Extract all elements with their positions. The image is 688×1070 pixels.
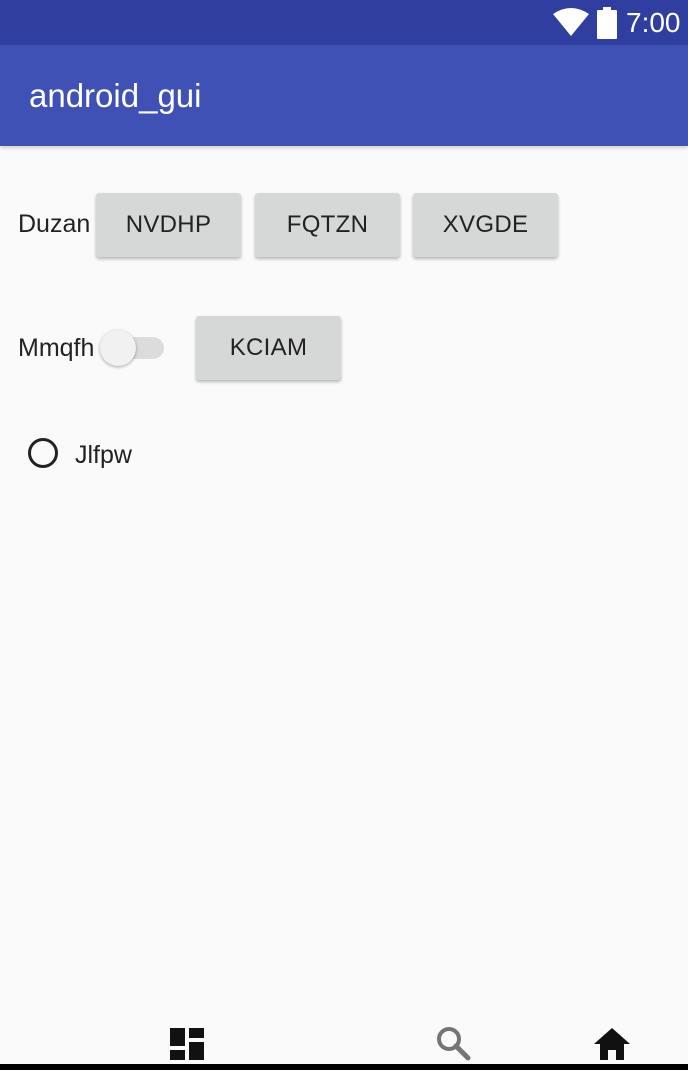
mmqfh-label: Mmqfh — [18, 334, 95, 362]
fqtzn-button[interactable]: FQTZN — [255, 193, 400, 257]
switch-thumb — [100, 330, 136, 366]
radio-circle-icon — [28, 438, 58, 468]
xvgde-button[interactable]: XVGDE — [413, 193, 558, 257]
mmqfh-switch[interactable] — [100, 330, 166, 366]
dashboard-icon[interactable] — [170, 1028, 204, 1060]
app-bar: android_gui — [0, 45, 688, 146]
kciam-button[interactable]: KCIAM — [196, 316, 341, 380]
home-icon[interactable] — [594, 1028, 630, 1060]
jlfpw-radio-label: Jlfpw — [75, 441, 132, 469]
duzan-label: Duzan — [18, 210, 91, 238]
system-nav-bar — [0, 1064, 688, 1070]
status-time: 7:00 — [626, 7, 681, 38]
battery-icon — [597, 7, 617, 39]
nvdhp-button[interactable]: NVDHP — [96, 193, 241, 257]
bottom-navigation — [0, 1012, 688, 1070]
status-bar: 7:00 — [0, 0, 688, 45]
app-title: android_gui — [29, 77, 202, 114]
wifi-icon — [553, 8, 589, 36]
search-icon[interactable] — [436, 1026, 472, 1062]
